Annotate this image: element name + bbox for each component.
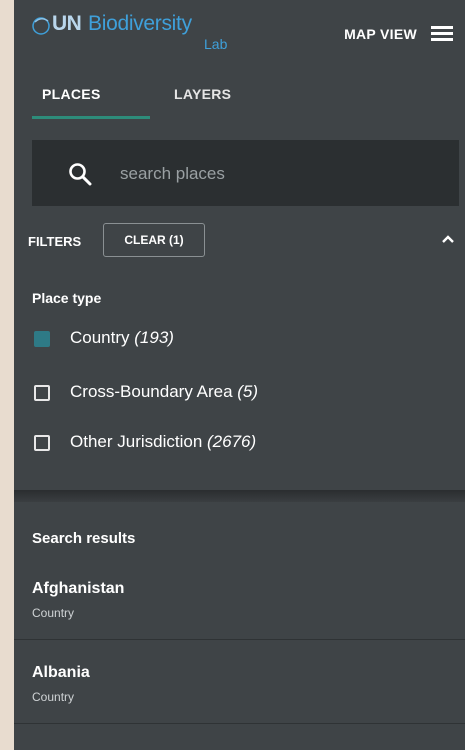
result-type: Country: [32, 606, 75, 620]
option-count: (193): [134, 328, 174, 347]
list-item[interactable]: Afghanistan Country: [14, 566, 465, 640]
app-header: UN Biodiversity Lab MAP VIEW: [14, 0, 465, 70]
filters-divider: [14, 490, 465, 502]
search-box: [32, 140, 459, 206]
result-name: Albania: [32, 664, 90, 681]
filters-label: FILTERS: [28, 234, 82, 249]
cross-boundary-area-checkbox[interactable]: [34, 385, 50, 401]
clear-filters-button[interactable]: CLEAR (1): [103, 223, 205, 257]
active-tab-indicator: [32, 116, 150, 119]
search-results-title: Search results: [32, 530, 136, 547]
option-name: Other Jurisdiction: [70, 432, 203, 451]
panel-tabs: PLACES LAYERS: [14, 70, 465, 120]
country-checkbox[interactable]: [34, 331, 50, 347]
filter-option-country[interactable]: Country (193): [34, 328, 434, 352]
option-count: (2676): [207, 432, 257, 451]
unbiodiversity-lab-logo[interactable]: UN Biodiversity Lab: [28, 6, 248, 58]
logo-lab-text: Lab: [204, 36, 228, 52]
option-name: Country: [70, 328, 130, 347]
logo-biodiversity-text: Biodiversity: [88, 12, 192, 35]
result-name: Afghanistan: [32, 580, 125, 597]
chevron-up-icon[interactable]: [441, 234, 455, 244]
side-panel: UN Biodiversity Lab MAP VIEW PLACES LAYE…: [14, 0, 465, 750]
filter-option-other-jurisdiction[interactable]: Other Jurisdiction (2676): [34, 432, 434, 456]
option-count: (5): [237, 382, 259, 401]
filter-option-label: Country (193): [70, 328, 174, 348]
option-name: Cross-Boundary Area: [70, 382, 233, 401]
map-view-button[interactable]: MAP VIEW: [344, 26, 417, 42]
result-type: Country: [32, 690, 75, 704]
other-jurisdiction-checkbox[interactable]: [34, 435, 50, 451]
place-type-label: Place type: [32, 290, 102, 306]
filter-option-label: Cross-Boundary Area (5): [70, 382, 258, 402]
list-item[interactable]: Albania Country: [14, 650, 465, 724]
tab-places[interactable]: PLACES: [42, 86, 101, 102]
hamburger-menu-icon[interactable]: [431, 24, 453, 42]
tab-layers[interactable]: LAYERS: [174, 86, 231, 102]
search-icon[interactable]: [68, 162, 92, 186]
search-input[interactable]: [118, 158, 442, 190]
logo-un-text: UN: [52, 12, 82, 35]
filter-option-cross-boundary-area[interactable]: Cross-Boundary Area (5): [34, 382, 434, 406]
filter-option-label: Other Jurisdiction (2676): [70, 432, 256, 452]
